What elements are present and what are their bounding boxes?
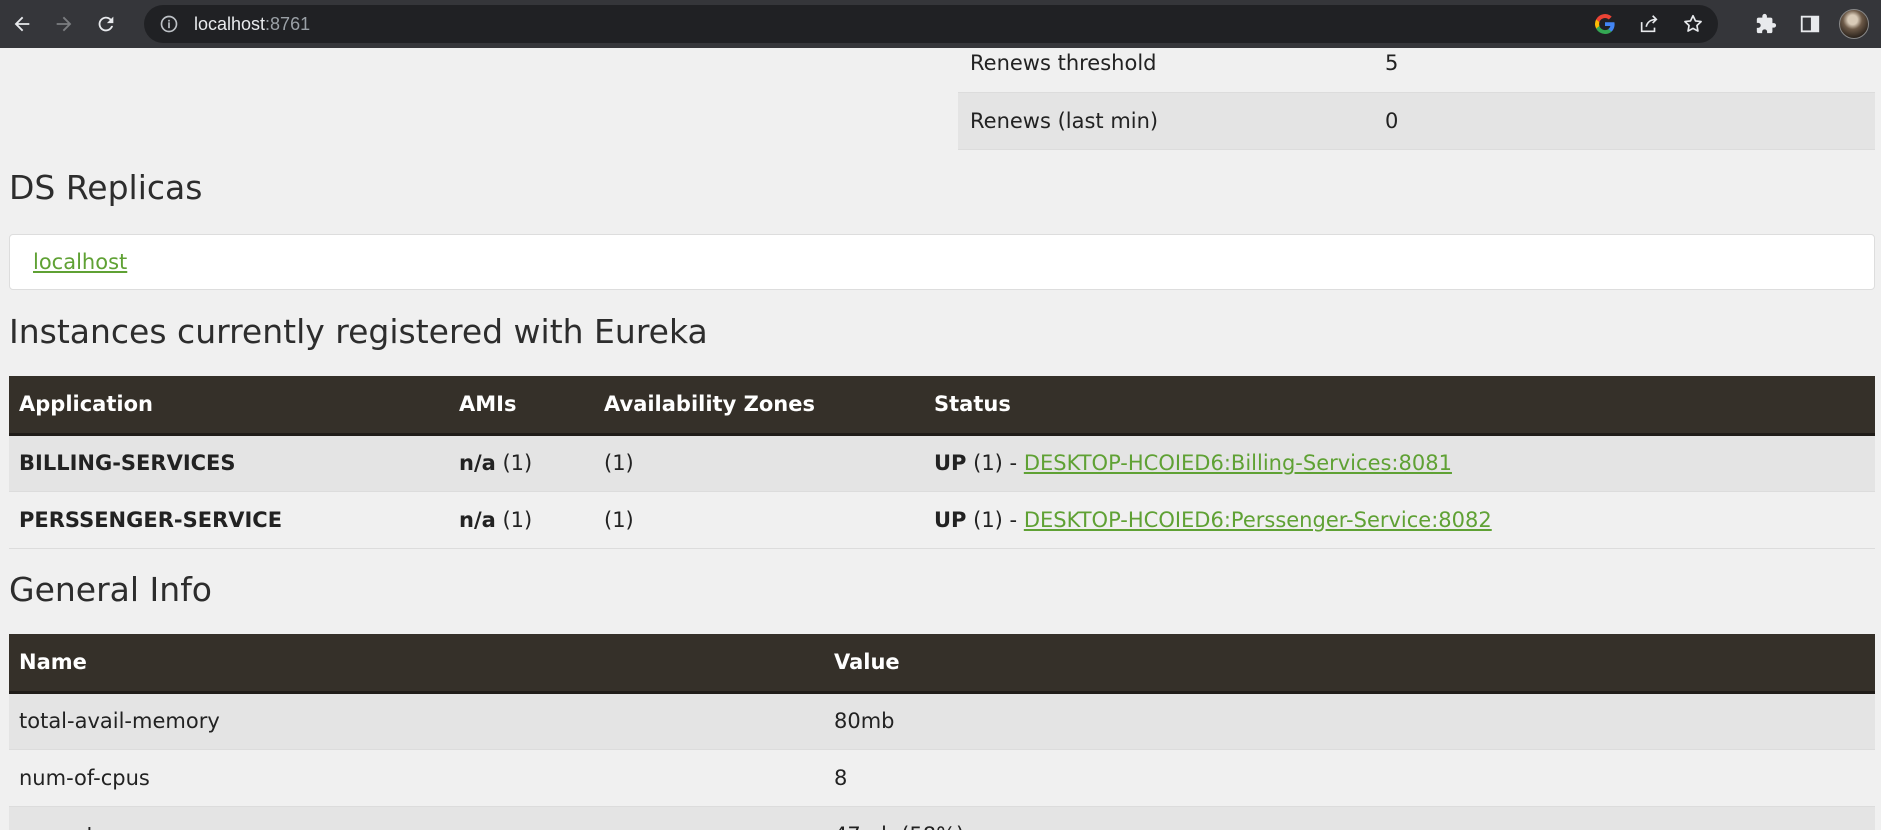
address-bar[interactable]: localhost:8761	[144, 5, 1718, 43]
bookmark-star-icon[interactable]	[1678, 9, 1708, 39]
table-row: current-memory-usage 47mb (58%)	[9, 806, 1875, 830]
general-info-table: Name Value total-avail-memory 80mb num-o…	[9, 634, 1875, 830]
instance-link[interactable]: DESKTOP-HCOIED6:Billing-Services:8081	[1024, 451, 1452, 475]
general-info-heading: General Info	[9, 570, 212, 609]
instance-link[interactable]: DESKTOP-HCOIED6:Perssenger-Service:8082	[1024, 508, 1492, 532]
instances-heading: Instances currently registered with Eure…	[9, 312, 708, 351]
share-icon[interactable]	[1634, 9, 1664, 39]
browser-toolbar: localhost:8761	[0, 0, 1881, 48]
column-header: AMIs	[449, 376, 594, 436]
url-port: :8761	[265, 13, 311, 34]
table-row: num-of-cpus 8	[9, 749, 1875, 807]
zones-cell: (1)	[594, 491, 924, 549]
stat-value: 0	[1385, 92, 1875, 149]
table-header-row: Application AMIs Availability Zones Stat…	[9, 376, 1875, 436]
column-header: Application	[9, 376, 449, 436]
side-panel-icon[interactable]	[1793, 7, 1827, 41]
forward-button[interactable]	[44, 4, 84, 44]
profile-avatar[interactable]	[1837, 7, 1871, 41]
back-button[interactable]	[2, 4, 42, 44]
ami-value: n/a	[459, 451, 496, 475]
info-name: num-of-cpus	[9, 749, 824, 807]
column-header: Value	[824, 634, 1875, 694]
app-name: BILLING-SERVICES	[9, 434, 449, 492]
status-count: (1) -	[966, 507, 1024, 532]
status-value: UP	[934, 451, 967, 475]
info-value: 80mb	[824, 692, 1875, 750]
stat-value: 5	[1385, 48, 1875, 92]
ami-cell: n/a (1)	[449, 491, 594, 549]
reload-icon	[98, 16, 114, 32]
column-header: Name	[9, 634, 824, 694]
column-header: Status	[924, 376, 1875, 436]
status-value: UP	[934, 507, 967, 532]
status-cell: UP (1) - DESKTOP-HCOIED6:Billing-Service…	[924, 434, 1875, 492]
table-header-row: Name Value	[9, 634, 1875, 694]
table-row: BILLING-SERVICES n/a (1) (1) UP (1) - DE…	[9, 434, 1875, 492]
url-host: localhost	[194, 13, 266, 34]
table-row: total-avail-memory 80mb	[9, 692, 1875, 750]
status-count: (1) -	[966, 451, 1024, 475]
system-status-table: Renews threshold 5 Renews (last min) 0	[958, 48, 1875, 150]
reload-button[interactable]	[86, 4, 126, 44]
info-value: 47mb (58%)	[824, 806, 1875, 830]
ami-count: (1)	[495, 507, 533, 532]
extensions-icon[interactable]	[1749, 7, 1783, 41]
url-text: localhost:8761	[194, 14, 310, 35]
table-row: Renews (last min) 0	[958, 92, 1875, 149]
arrow-right-icon	[56, 16, 72, 32]
replica-link[interactable]: localhost	[33, 250, 127, 274]
info-value: 8	[824, 749, 1875, 807]
ds-replicas-heading: DS Replicas	[9, 168, 203, 207]
instances-table: Application AMIs Availability Zones Stat…	[9, 376, 1875, 549]
arrow-left-icon	[14, 16, 30, 32]
ami-count: (1)	[495, 451, 533, 475]
page-content: Renews threshold 5 Renews (last min) 0 D…	[0, 48, 1881, 830]
stat-name: Renews threshold	[958, 48, 1385, 92]
google-icon[interactable]	[1590, 9, 1620, 39]
zones-cell: (1)	[594, 434, 924, 492]
ds-replicas-box: localhost	[9, 234, 1875, 290]
stat-name: Renews (last min)	[958, 92, 1385, 149]
ami-cell: n/a (1)	[449, 434, 594, 492]
info-name: total-avail-memory	[9, 692, 824, 750]
info-name: current-memory-usage	[9, 806, 824, 830]
ami-value: n/a	[459, 507, 496, 532]
site-info-icon[interactable]	[158, 13, 180, 35]
status-cell: UP (1) - DESKTOP-HCOIED6:Perssenger-Serv…	[924, 491, 1875, 549]
table-row: Renews threshold 5	[958, 48, 1875, 92]
app-name: PERSSENGER-SERVICE	[9, 491, 449, 549]
column-header: Availability Zones	[594, 376, 924, 436]
table-row: PERSSENGER-SERVICE n/a (1) (1) UP (1) - …	[9, 491, 1875, 549]
